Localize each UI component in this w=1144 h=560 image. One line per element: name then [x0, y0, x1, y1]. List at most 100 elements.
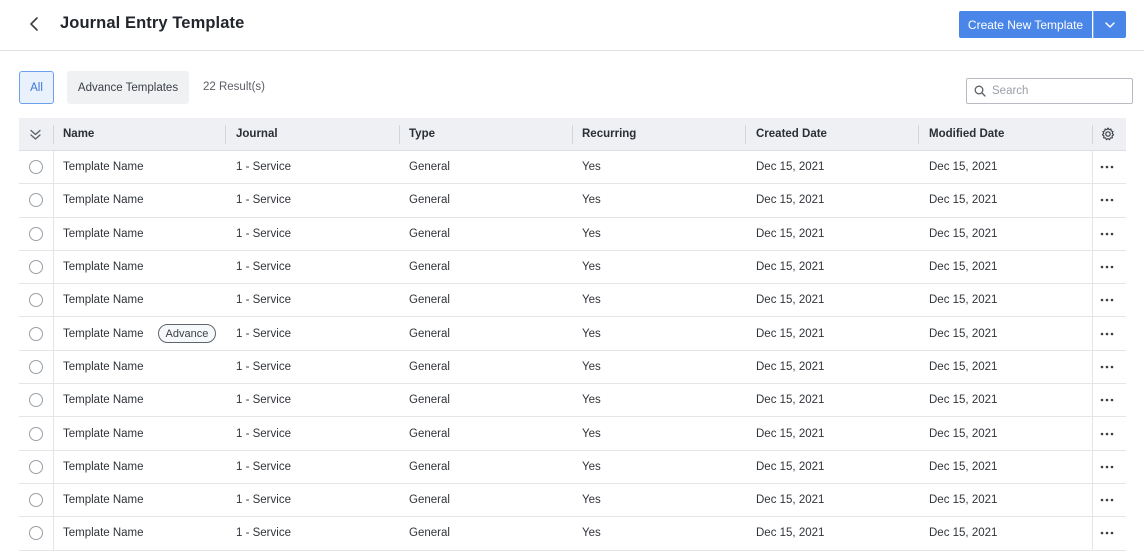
cell-created-date: Dec 15, 2021: [756, 194, 825, 207]
row-more-menu-button[interactable]: [1100, 218, 1114, 250]
more-horizontal-icon: [1100, 398, 1114, 402]
row-more-menu-button[interactable]: [1100, 151, 1114, 183]
row-more-menu-button[interactable]: [1100, 517, 1114, 549]
more-horizontal-icon: [1100, 165, 1114, 169]
row-select-radio[interactable]: [29, 526, 43, 541]
back-button[interactable]: [22, 12, 46, 36]
row-select-cell: [29, 384, 43, 416]
cell-recurring: Yes: [582, 194, 601, 207]
template-name[interactable]: Template Name: [63, 161, 144, 173]
table-row[interactable]: Template Name Advance 1 - Service General Ye…: [19, 317, 1126, 351]
filter-advance-templates-button[interactable]: Advance Templates: [67, 71, 189, 104]
row-select-cell: [29, 517, 43, 549]
template-name[interactable]: Template Name: [63, 261, 144, 273]
row-more-menu-button[interactable]: [1100, 184, 1114, 216]
cell-name: Template Name: [63, 417, 144, 449]
filter-all-button[interactable]: All: [19, 71, 54, 104]
cell-recurring: Yes: [582, 227, 601, 240]
template-name[interactable]: Template Name: [63, 428, 144, 440]
cell-journal: 1 - Service: [236, 227, 291, 240]
cell-modified-date: Dec 15, 2021: [929, 360, 998, 373]
row-more-menu-button[interactable]: [1100, 484, 1114, 516]
row-select-radio[interactable]: [29, 426, 43, 441]
create-template-dropdown-button[interactable]: [1093, 11, 1126, 38]
cell-name: Template Name: [63, 451, 144, 483]
row-select-radio[interactable]: [29, 359, 43, 374]
cell-created-date: Dec 15, 2021: [756, 494, 825, 507]
search-input[interactable]: [992, 85, 1122, 97]
column-header-modified-date[interactable]: Modified Date: [929, 118, 1004, 150]
row-select-radio[interactable]: [29, 326, 43, 341]
row-more-menu-button[interactable]: [1100, 451, 1114, 483]
table-row[interactable]: Template Name 1 - Service General Yes Dec 15…: [19, 483, 1126, 518]
row-more-menu-button[interactable]: [1100, 284, 1114, 316]
column-header-recurring[interactable]: Recurring: [582, 118, 636, 150]
table-row[interactable]: Template Name 1 - Service General Yes Dec 15…: [19, 151, 1126, 185]
cell-modified-date: Dec 15, 2021: [929, 427, 998, 440]
cell-name: Template Name: [63, 484, 144, 516]
table-row[interactable]: Template Name 1 - Service General Yes Dec 15…: [19, 384, 1126, 418]
cell-recurring: Yes: [582, 161, 601, 174]
row-select-radio[interactable]: [29, 160, 43, 175]
row-select-radio[interactable]: [29, 393, 43, 408]
table-row[interactable]: Template Name 1 - Service General Yes Dec 15…: [19, 350, 1126, 385]
more-horizontal-icon: [1100, 299, 1114, 302]
row-select-radio[interactable]: [29, 493, 43, 508]
cell-journal: 1 - Service: [236, 394, 291, 407]
table-row[interactable]: Template Name 1 - Service General Yes Dec 15…: [19, 417, 1126, 451]
column-header-type[interactable]: Type: [409, 118, 435, 150]
cell-modified-date: Dec 15, 2021: [929, 294, 998, 307]
template-name[interactable]: Template Name: [63, 361, 144, 373]
cell-modified-date: Dec 15, 2021: [929, 394, 998, 407]
cell-name: Template Name: [63, 151, 144, 183]
column-header-journal[interactable]: Journal: [236, 118, 278, 150]
row-select-cell: [29, 351, 43, 383]
cell-name: Template Name: [63, 351, 144, 383]
template-name[interactable]: Template Name: [63, 228, 144, 240]
cell-modified-date: Dec 15, 2021: [929, 527, 998, 540]
cell-modified-date: Dec 15, 2021: [929, 194, 998, 207]
row-select-radio[interactable]: [29, 193, 43, 208]
more-horizontal-icon: [1100, 332, 1114, 335]
template-name[interactable]: Template Name: [63, 527, 144, 539]
template-name[interactable]: Template Name: [63, 328, 144, 340]
expand-all-button[interactable]: [29, 118, 42, 150]
template-name[interactable]: Template Name: [63, 194, 144, 206]
row-select-radio[interactable]: [29, 293, 43, 308]
row-more-menu-button[interactable]: [1100, 417, 1114, 449]
row-select-cell: [29, 151, 43, 183]
row-more-menu-button[interactable]: [1100, 351, 1114, 383]
more-horizontal-icon: [1100, 432, 1114, 435]
table-row[interactable]: Template Name 1 - Service General Yes Dec 15…: [19, 284, 1126, 318]
table-row[interactable]: Template Name 1 - Service General Yes Dec 15…: [19, 517, 1126, 551]
table-row[interactable]: Template Name 1 - Service General Yes Dec 15…: [19, 217, 1126, 251]
template-name[interactable]: Template Name: [63, 494, 144, 506]
cell-type: General: [409, 227, 450, 240]
row-more-menu-button[interactable]: [1100, 384, 1114, 416]
cell-created-date: Dec 15, 2021: [756, 360, 825, 373]
table-row[interactable]: Template Name 1 - Service General Yes Dec 15…: [19, 250, 1126, 285]
row-select-radio[interactable]: [29, 226, 43, 241]
column-header-name[interactable]: Name: [63, 118, 94, 150]
column-settings-button[interactable]: [1101, 118, 1115, 150]
template-name[interactable]: Template Name: [63, 294, 144, 306]
table-row[interactable]: Template Name 1 - Service General Yes Dec 15…: [19, 184, 1126, 218]
row-select-radio[interactable]: [29, 459, 43, 474]
template-name[interactable]: Template Name: [63, 461, 144, 473]
column-header-created-date[interactable]: Created Date: [756, 118, 827, 150]
row-select-radio[interactable]: [29, 260, 43, 275]
cell-modified-date: Dec 15, 2021: [929, 161, 998, 174]
cell-name: Template Name: [63, 384, 144, 416]
templates-table: Name Journal Type Recurring Created Date…: [19, 118, 1126, 551]
row-more-menu-button[interactable]: [1100, 251, 1114, 283]
table-row[interactable]: Template Name 1 - Service General Yes Dec 15…: [19, 450, 1126, 484]
cell-type: General: [409, 360, 450, 373]
template-name[interactable]: Template Name: [63, 394, 144, 406]
cell-modified-date: Dec 15, 2021: [929, 227, 998, 240]
cell-recurring: Yes: [582, 360, 601, 373]
row-select-cell: [29, 317, 43, 349]
cell-recurring: Yes: [582, 261, 601, 274]
cell-modified-date: Dec 15, 2021: [929, 460, 998, 473]
row-more-menu-button[interactable]: [1100, 317, 1114, 349]
create-new-template-button[interactable]: Create New Template: [959, 11, 1092, 38]
